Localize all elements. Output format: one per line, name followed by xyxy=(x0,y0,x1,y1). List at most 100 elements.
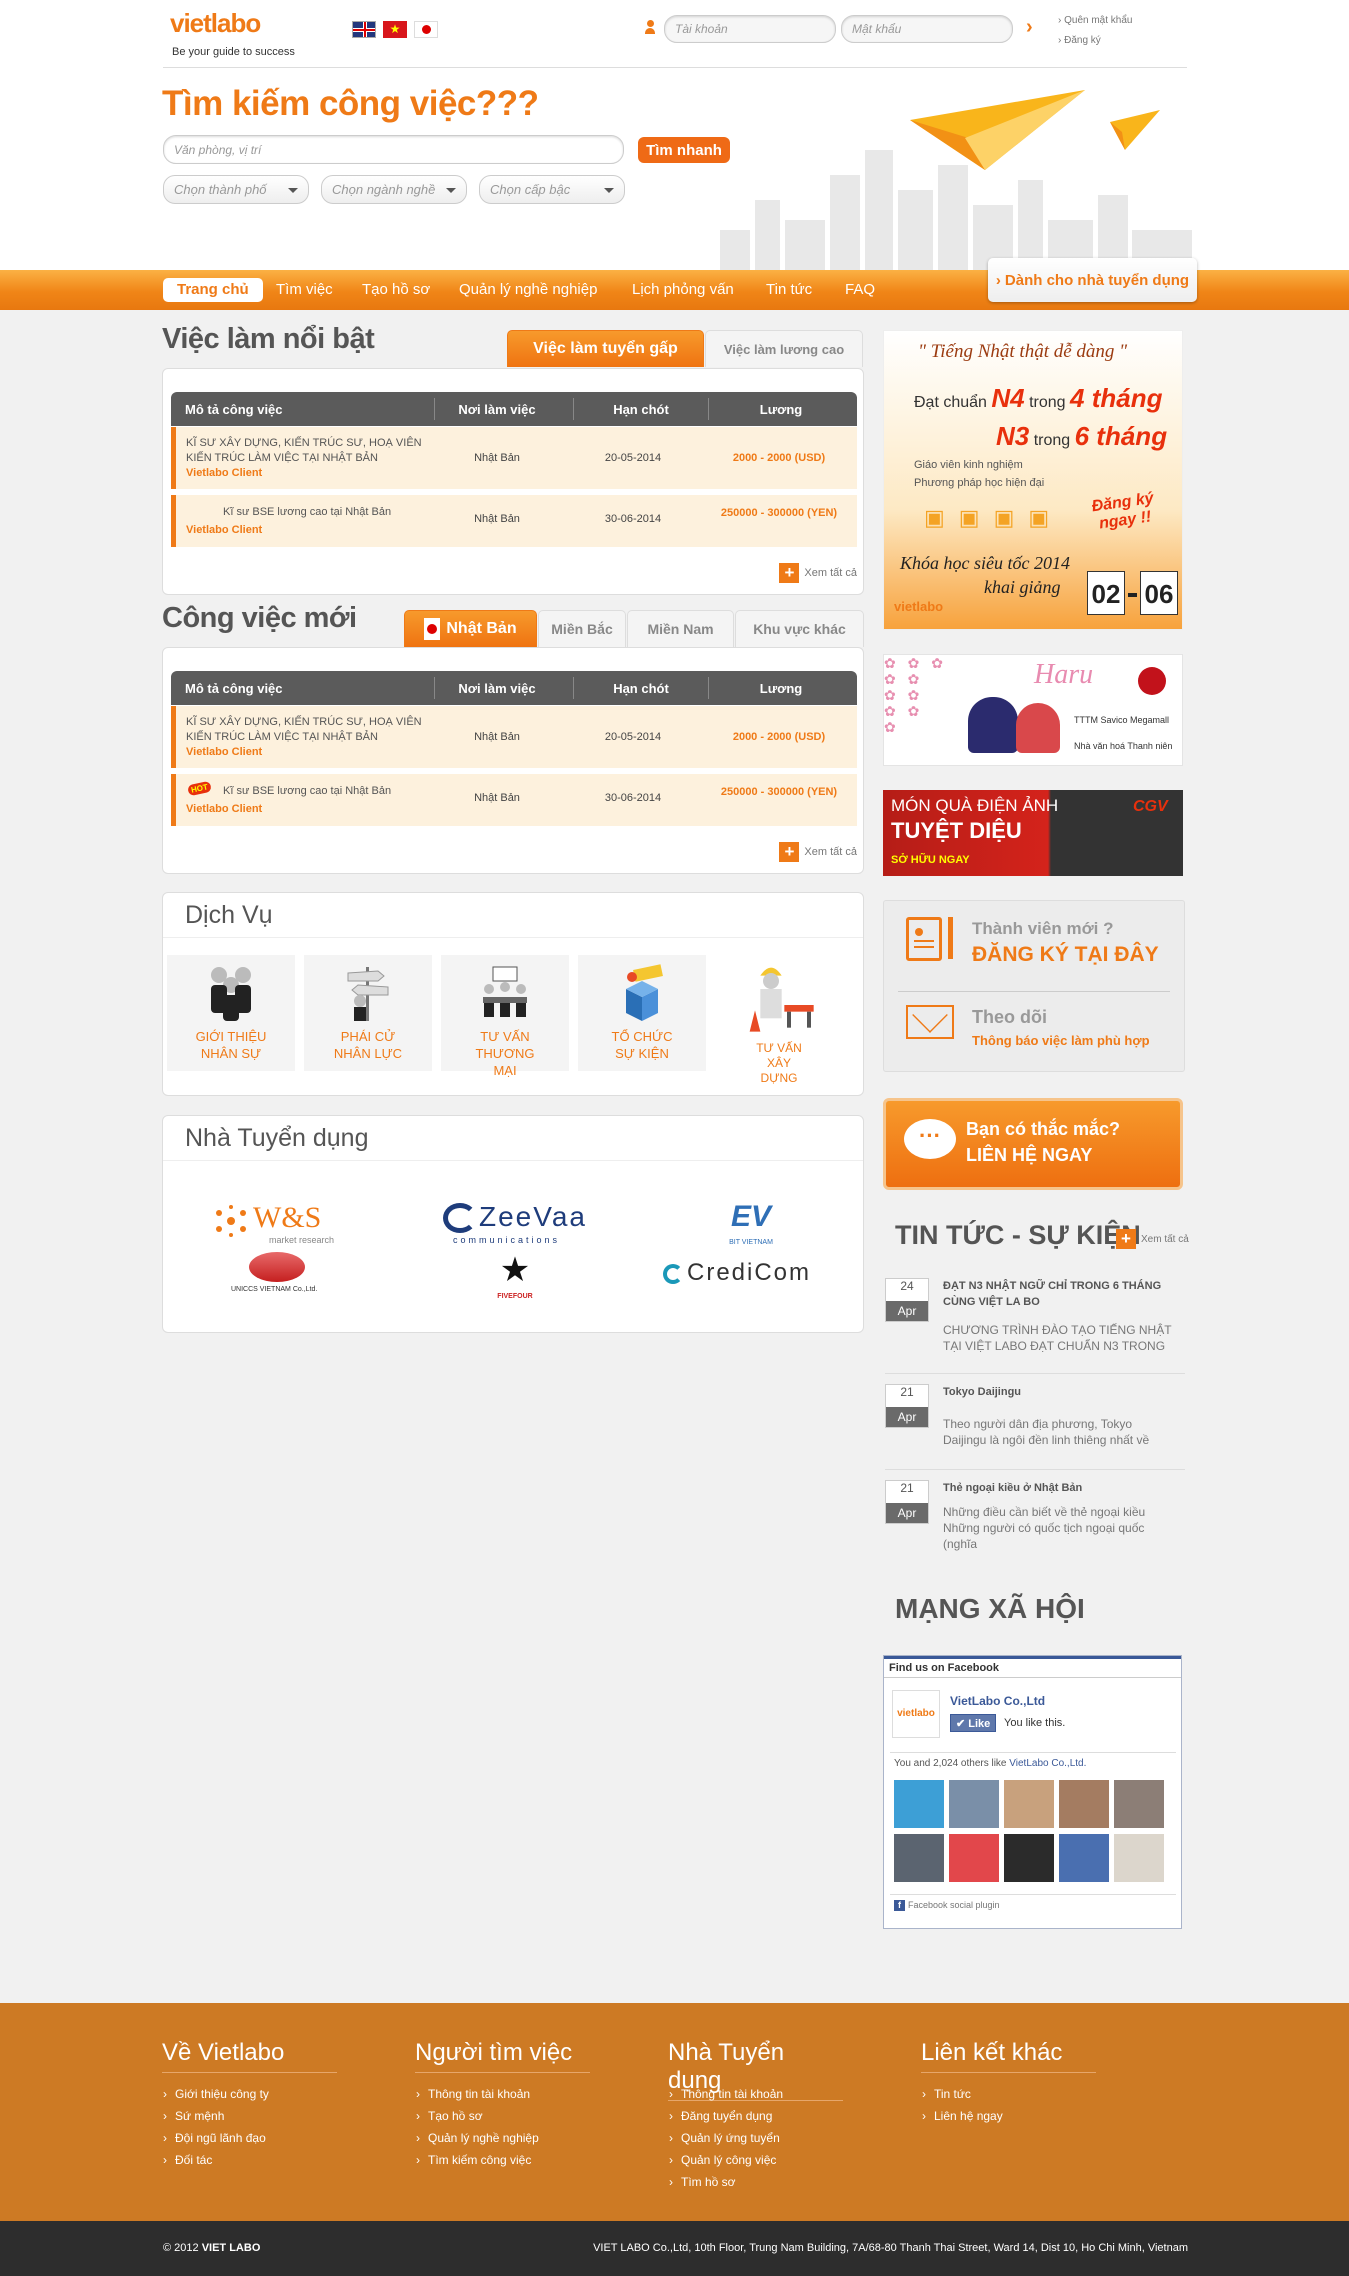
construction-worker-icon xyxy=(749,967,814,1032)
tab-urgent-jobs[interactable]: Việc làm tuyển gấp xyxy=(507,330,704,367)
nav-faq[interactable]: FAQ xyxy=(845,278,875,302)
credicom-c-icon xyxy=(663,1264,683,1284)
contact-button[interactable]: ··· Bạn có thắc mắc? LIÊN HỆ NGAY xyxy=(883,1098,1183,1190)
fan-avatar[interactable] xyxy=(1004,1834,1054,1882)
search-input[interactable]: Văn phòng, vị trí xyxy=(163,135,624,164)
service-construction[interactable]: TƯ VẤN XÂY DỰNG xyxy=(715,955,843,1085)
tab-high-salary[interactable]: Việc làm lương cao xyxy=(705,330,863,367)
employer-button[interactable]: › Dành cho nhà tuyển dụng xyxy=(988,258,1197,302)
fan-avatar[interactable] xyxy=(1114,1780,1164,1828)
zeevaa-swoosh-icon xyxy=(443,1203,477,1233)
footer-link[interactable]: Đối tác xyxy=(163,2149,269,2171)
tab-north[interactable]: Miền Bắc xyxy=(538,610,626,647)
news-item[interactable]: 21 Apr Thẻ ngoại kiều ở Nhật Bản Những đi… xyxy=(885,1480,1185,1560)
table-header: Mô tả công việc Nơi làm việc Hạn chót Lư… xyxy=(171,671,857,705)
table-row[interactable]: Kĩ sư BSE lương cao tại Nhật Bản Vietlab… xyxy=(171,495,857,547)
tab-japan[interactable]: Nhật Bản xyxy=(404,610,537,647)
register-link[interactable]: › Đăng ký xyxy=(1058,35,1101,46)
signpost-icon xyxy=(347,967,389,1021)
ws-dots-icon xyxy=(216,1205,246,1237)
fan-avatar[interactable] xyxy=(1004,1780,1054,1828)
services-title: Dịch Vụ xyxy=(185,901,273,929)
facebook-icon: f xyxy=(894,1900,905,1911)
footer-link[interactable]: Quản lý nghề nghiệp xyxy=(416,2127,539,2149)
footer-link[interactable]: Tìm kiếm công việc xyxy=(416,2149,539,2171)
fivefour-logo[interactable]: ★ FIVEFOUR xyxy=(485,1253,545,1301)
footer-link[interactable]: Giới thiệu công ty xyxy=(163,2083,269,2105)
nav-home[interactable]: Trang chủ xyxy=(163,278,263,302)
uniccs-emblem-icon xyxy=(249,1252,305,1282)
featured-see-all[interactable]: + Xem tất cả xyxy=(779,563,857,583)
footer-link[interactable]: Quản lý ứng tuyển xyxy=(669,2127,783,2149)
gift-box-icon xyxy=(626,964,663,1021)
newjobs-see-all[interactable]: + Xem tất cả xyxy=(779,842,857,862)
nav-find-jobs[interactable]: Tìm việc xyxy=(276,278,333,302)
level-select[interactable]: Chọn cấp bậc xyxy=(479,175,625,204)
footer-link[interactable]: Tạo hồ sơ xyxy=(416,2105,539,2127)
footer-link[interactable]: Thông tin tài khoản xyxy=(416,2083,539,2105)
flag-japan[interactable] xyxy=(414,21,438,38)
page-avatar[interactable]: vietlabo xyxy=(892,1690,940,1738)
service-events[interactable]: TỔ CHỨC SỰ KIỆN xyxy=(578,955,706,1071)
haru-festival-banner[interactable]: ✿ ✿ ✿ ✿ ✿ ✿ ✿ ✿ ✿ ✿ Haru TTTM Savico Megam… xyxy=(883,654,1183,766)
table-row[interactable]: HOT Kĩ sư BSE lương cao tại Nhật Bản Vie… xyxy=(171,774,857,826)
fan-avatar[interactable] xyxy=(894,1780,944,1828)
nav-news[interactable]: Tin tức xyxy=(766,278,812,302)
zeevaa-logo[interactable]: ZeeVaa communications xyxy=(443,1201,593,1249)
footer-link[interactable]: Thông tin tài khoản xyxy=(669,2083,783,2105)
service-trade-consulting[interactable]: TƯ VẤN THƯƠNG MẠI xyxy=(441,955,569,1078)
quick-search-button[interactable]: Tìm nhanh xyxy=(638,137,730,163)
city-select[interactable]: Chọn thành phố xyxy=(163,175,309,204)
follow-link[interactable]: Thông báo việc làm phù hợp xyxy=(972,1033,1150,1048)
fan-avatar[interactable] xyxy=(949,1834,999,1882)
footer-col-heading: Về Vietlabo xyxy=(162,2039,337,2073)
footer-link[interactable]: Đăng tuyển dụng xyxy=(669,2105,783,2127)
service-dispatch[interactable]: PHÁI CỬ NHÂN LỰC xyxy=(304,955,432,1071)
footer-link[interactable]: Quản lý công việc xyxy=(669,2149,783,2171)
ws-logo[interactable]: W&S market research xyxy=(213,1201,343,1251)
forgot-password-link[interactable]: › Quên mật khẩu xyxy=(1058,15,1132,26)
social-title: MẠNG XÃ HỘI xyxy=(895,1593,1085,1624)
tab-south[interactable]: Miền Nam xyxy=(627,610,734,647)
footer-link[interactable]: Tin tức xyxy=(922,2083,1003,2105)
cgv-banner[interactable]: MÓN QUÀ ĐIỆN ẢNH TUYỆT DIỆU SỞ HỮU NGAY … xyxy=(883,790,1183,876)
industry-select[interactable]: Chọn ngành nghề xyxy=(321,175,467,204)
news-see-all[interactable]: + Xem tất cả xyxy=(1116,1229,1189,1249)
page-link[interactable]: VietLabo Co.,Ltd. xyxy=(1009,1758,1086,1769)
fan-avatar[interactable] xyxy=(1114,1834,1164,1882)
news-item[interactable]: 21 Apr Tokyo Daijingu Theo người dân địa … xyxy=(885,1384,1185,1470)
nav-interview-schedule[interactable]: Lịch phỏng vấn xyxy=(632,278,734,302)
nav-create-profile[interactable]: Tạo hồ sơ xyxy=(362,278,430,302)
table-row[interactable]: KĨ SƯ XÂY DỰNG, KIẾN TRÚC SƯ, HOẠ VIÊN K… xyxy=(171,706,857,768)
tab-other-region[interactable]: Khu vực khác xyxy=(735,610,864,647)
plus-icon: + xyxy=(1116,1229,1136,1249)
username-field[interactable]: Tài khoản xyxy=(664,15,836,43)
table-header: Mô tả công việc Nơi làm việc Hạn chót Lư… xyxy=(171,392,857,426)
credicom-logo[interactable]: CrediCom xyxy=(663,1259,833,1289)
thumbs-up-icon: ✔ xyxy=(956,1718,969,1730)
uniccs-logo[interactable]: UNICCS VIETNAM Co.,Ltd. xyxy=(231,1252,331,1298)
flag-english[interactable] xyxy=(352,21,376,38)
fan-avatar[interactable] xyxy=(1059,1834,1109,1882)
table-row[interactable]: KĨ SƯ XÂY DỰNG, KIẾN TRÚC SƯ, HOẠ VIÊN K… xyxy=(171,427,857,489)
page-name-link[interactable]: VietLabo Co.,Ltd xyxy=(950,1694,1045,1708)
login-arrow-icon[interactable]: › xyxy=(1026,16,1033,39)
footer-link[interactable]: Liên hệ ngay xyxy=(922,2105,1003,2127)
fan-avatar[interactable] xyxy=(894,1834,944,1882)
like-button[interactable]: ✔ Like xyxy=(950,1714,997,1732)
course-ad-banner[interactable]: " Tiếng Nhật thật dễ dàng " Đạt chuẩn N4… xyxy=(883,330,1183,630)
fan-avatar[interactable] xyxy=(1059,1780,1109,1828)
bit-vietnam-logo[interactable]: EV BIT VIETNAM xyxy=(711,1201,791,1247)
register-here-link[interactable]: ĐĂNG KÝ TẠI ĐÂY xyxy=(972,943,1159,967)
footer-link[interactable]: Tìm hồ sơ xyxy=(669,2171,783,2193)
service-staffing[interactable]: GIỚI THIỆU NHÂN SỰ xyxy=(167,955,295,1071)
fan-avatar[interactable] xyxy=(949,1780,999,1828)
news-item[interactable]: 24 Apr ĐẠT N3 NHẬT NGỮ CHỈ TRONG 6 THÁNG … xyxy=(885,1278,1185,1374)
footer-link[interactable]: Đội ngũ lãnh đạo xyxy=(163,2127,269,2149)
nav-career-management[interactable]: Quản lý nghề nghiệp xyxy=(459,278,597,302)
password-field[interactable]: Mật khẩu xyxy=(841,15,1013,43)
footer-link[interactable]: Sứ mệnh xyxy=(163,2105,269,2127)
flag-vietnam[interactable]: ★ xyxy=(383,21,407,38)
logo[interactable]: vietlabo xyxy=(170,8,280,42)
news-list: 24 Apr ĐẠT N3 NHẬT NGỮ CHỈ TRONG 6 THÁNG … xyxy=(885,1278,1185,1578)
